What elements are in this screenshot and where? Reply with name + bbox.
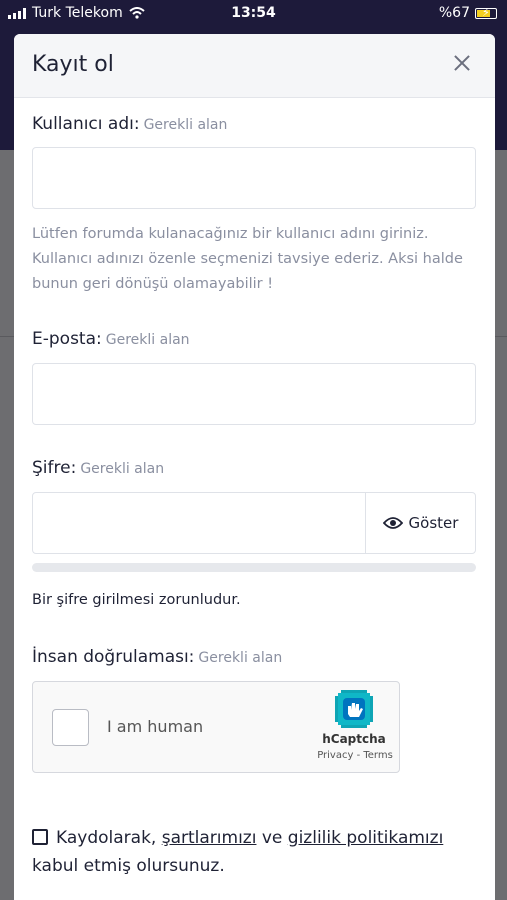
captcha-label: İnsan doğrulaması: Gerekli alan (32, 647, 282, 667)
password-error: Bir şifre girilmesi zorunludur. (32, 592, 241, 608)
modal-title: Kayıt ol (32, 52, 114, 77)
status-bar: Turk Telekom 13:54 %67 ⚡ (0, 0, 507, 28)
modal-header: Kayıt ol (14, 34, 495, 98)
register-modal: Kayıt ol Kullanıcı adı: Gerekli alan Lütf… (14, 34, 495, 900)
captcha-required: Gerekli alan (198, 650, 283, 666)
password-required: Gerekli alan (80, 461, 165, 477)
show-password-button[interactable]: Göster (365, 493, 475, 553)
email-label: E-posta: Gerekli alan (32, 329, 190, 349)
email-input[interactable] (32, 363, 476, 425)
terms-middle: ve (261, 828, 283, 848)
hcaptcha-brand: hCaptcha (322, 732, 386, 746)
close-icon[interactable] (451, 52, 473, 74)
username-input[interactable] (32, 147, 476, 209)
terms-link[interactable]: şartlarımızı (162, 828, 257, 848)
status-time: 13:54 (231, 5, 276, 21)
captcha-checkbox-label: I am human (107, 717, 204, 736)
hcaptcha-links[interactable]: Privacy - Terms (305, 750, 405, 761)
captcha-label-text: İnsan doğrulaması: (32, 647, 195, 667)
email-required: Gerekli alan (105, 332, 190, 348)
password-input[interactable] (33, 493, 367, 553)
hcaptcha-widget: I am human hCaptcha Privacy - Terms (32, 681, 400, 773)
password-field: Göster (32, 492, 476, 554)
hcaptcha-logo-icon (335, 690, 373, 728)
show-password-label: Göster (408, 514, 459, 532)
username-label: Kullanıcı adı: Gerekli alan (32, 114, 227, 134)
captcha-checkbox[interactable] (52, 709, 89, 746)
email-label-text: E-posta: (32, 329, 102, 349)
username-hint: Lütfen forumda kulanacağınız bir kullanı… (32, 226, 463, 292)
terms-prefix: Kaydolarak, (56, 828, 157, 848)
username-required: Gerekli alan (143, 117, 228, 133)
terms-notice: Kaydolarak, şartlarımızı ve gizlilik pol… (32, 824, 476, 880)
status-right: %67 ⚡ (439, 5, 497, 21)
terms-suffix: kabul etmiş olursunuz. (32, 856, 225, 876)
battery-percent: %67 (438, 5, 470, 21)
privacy-link[interactable]: gizlilik politikamızı (288, 828, 444, 848)
password-label-text: Şifre: (32, 458, 77, 478)
password-label: Şifre: Gerekli alan (32, 458, 164, 478)
username-label-text: Kullanıcı adı: (32, 114, 140, 134)
terms-checkbox[interactable] (32, 829, 48, 845)
battery-icon: ⚡ (475, 6, 497, 19)
password-strength-meter (32, 563, 476, 572)
eye-icon (382, 517, 403, 529)
